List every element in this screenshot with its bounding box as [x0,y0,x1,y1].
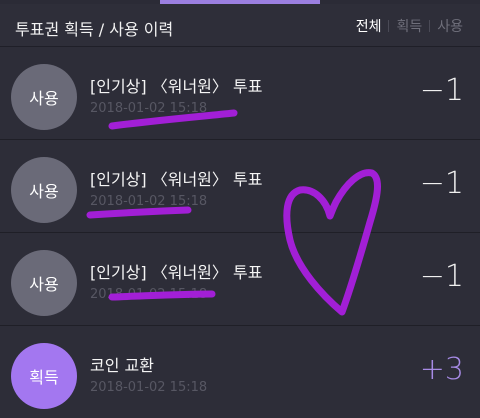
page-title: 투표권 획득 / 사용 이력 [15,20,174,39]
row-amount: −1 [419,166,464,201]
history-row[interactable]: 사용 [인기상] 〈워너원〉 투표 2018-01-02 15:18 −1 [0,47,480,140]
used-badge: 사용 [11,250,77,316]
row-amount: −1 [419,73,464,108]
row-date: 2018-01-02 15:18 [90,194,208,209]
earned-badge: 획득 [11,343,77,409]
used-badge: 사용 [11,64,77,130]
row-date: 2018-01-02 15:18 [90,287,208,302]
row-date: 2018-01-02 15:18 [90,101,208,116]
row-title: 코인 교환 [90,356,154,375]
row-date: 2018-01-02 15:18 [90,380,208,395]
history-header: 투표권 획득 / 사용 이력 전체 획득 사용 [0,4,480,47]
history-row[interactable]: 사용 [인기상] 〈워너원〉 투표 2018-01-02 15:18 −1 [0,140,480,233]
row-title: [인기상] 〈워너원〉 투표 [90,170,263,189]
row-title: [인기상] 〈워너원〉 투표 [90,77,263,96]
used-badge: 사용 [11,157,77,223]
row-amount: +3 [419,352,464,387]
history-row[interactable]: 사용 [인기상] 〈워너원〉 투표 2018-01-02 15:18 −1 [0,233,480,326]
row-amount: −1 [419,259,464,294]
filter-earned[interactable]: 획득 [389,16,429,36]
row-title: [인기상] 〈워너원〉 투표 [90,263,263,282]
filter-used[interactable]: 사용 [430,16,470,36]
filter-all[interactable]: 전체 [349,16,389,36]
history-row[interactable]: 획득 코인 교환 2018-01-02 15:18 +3 [0,326,480,418]
filter-tabs: 전체 획득 사용 [349,16,470,36]
